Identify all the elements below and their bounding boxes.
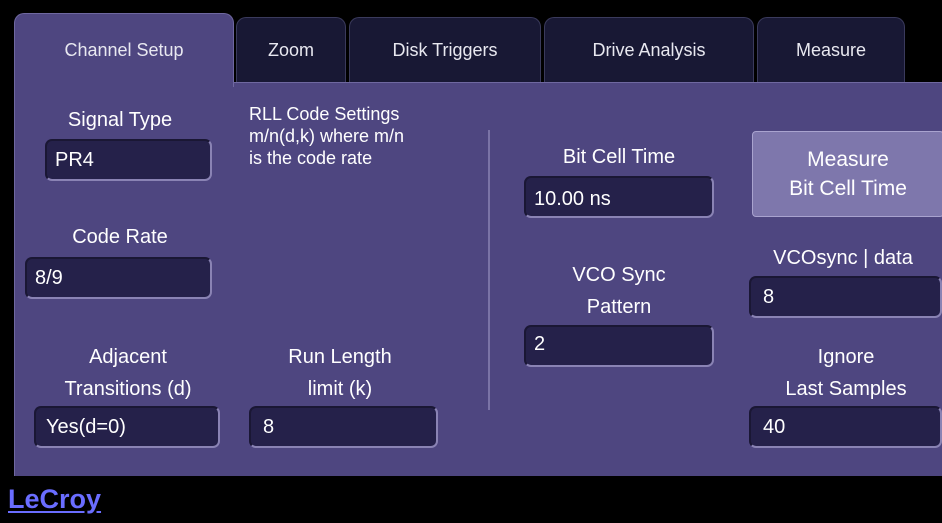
adjacent-transitions-label-line2: Transitions (d)	[64, 378, 192, 400]
run-length-label-line1: Run Length	[288, 346, 392, 368]
button-label-line2: Bit Cell Time	[789, 177, 907, 200]
signal-type-field[interactable]: PR4	[45, 139, 212, 181]
signal-type-label: Signal Type	[67, 109, 173, 131]
code-rate-field[interactable]: 8/9	[25, 257, 212, 299]
bit-cell-time-label: Bit Cell Time	[562, 146, 676, 168]
section-divider	[488, 130, 490, 410]
measure-bit-cell-time-button[interactable]: Measure Bit Cell Time	[752, 131, 942, 217]
vco-sync-pattern-label-line1: VCO Sync	[572, 264, 666, 286]
vcosync-data-label: VCOsync | data	[773, 247, 913, 269]
ignore-last-samples-field[interactable]: 40	[749, 406, 942, 448]
vcosync-data-field[interactable]: 8	[749, 276, 942, 318]
run-length-label-line2: limit (k)	[307, 378, 373, 400]
adjacent-transitions-field[interactable]: Yes(d=0)	[34, 406, 220, 448]
rll-info-line1: RLL Code Settings	[249, 104, 400, 124]
run-length-field[interactable]: 8	[249, 406, 438, 448]
ignore-last-samples-label-line2: Last Samples	[785, 378, 907, 400]
code-rate-label: Code Rate	[72, 226, 168, 248]
rll-info-line2: m/n(d,k) where m/n	[249, 126, 405, 146]
vco-sync-pattern-field[interactable]: 2	[524, 325, 714, 367]
ignore-last-samples-label-line1: Ignore	[817, 346, 875, 368]
button-label-line1: Measure	[807, 148, 889, 171]
adjacent-transitions-label-line1: Adjacent	[89, 346, 167, 368]
rll-info-line3: is the code rate	[249, 148, 373, 168]
bit-cell-time-field[interactable]: 10.00 ns	[524, 176, 714, 218]
vco-sync-pattern-label-line2: Pattern	[586, 296, 652, 318]
